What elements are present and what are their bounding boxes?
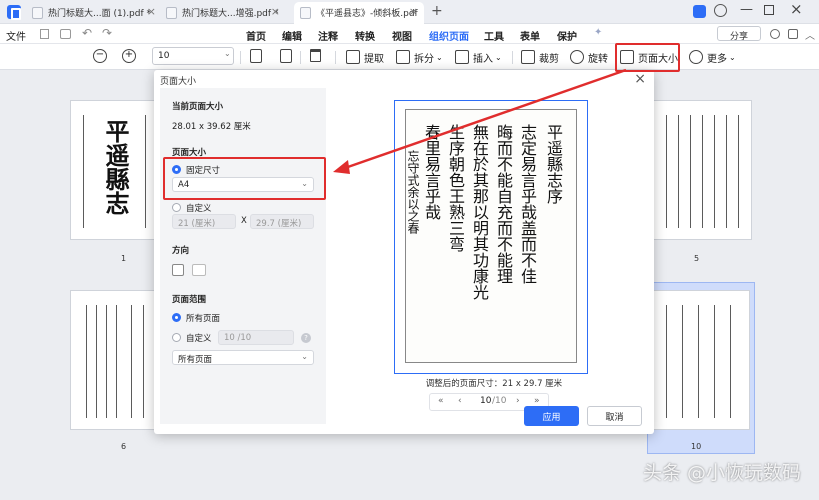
watermark: 头条 @小恢玩数码 bbox=[643, 462, 802, 484]
annotation-arrow bbox=[333, 68, 627, 174]
